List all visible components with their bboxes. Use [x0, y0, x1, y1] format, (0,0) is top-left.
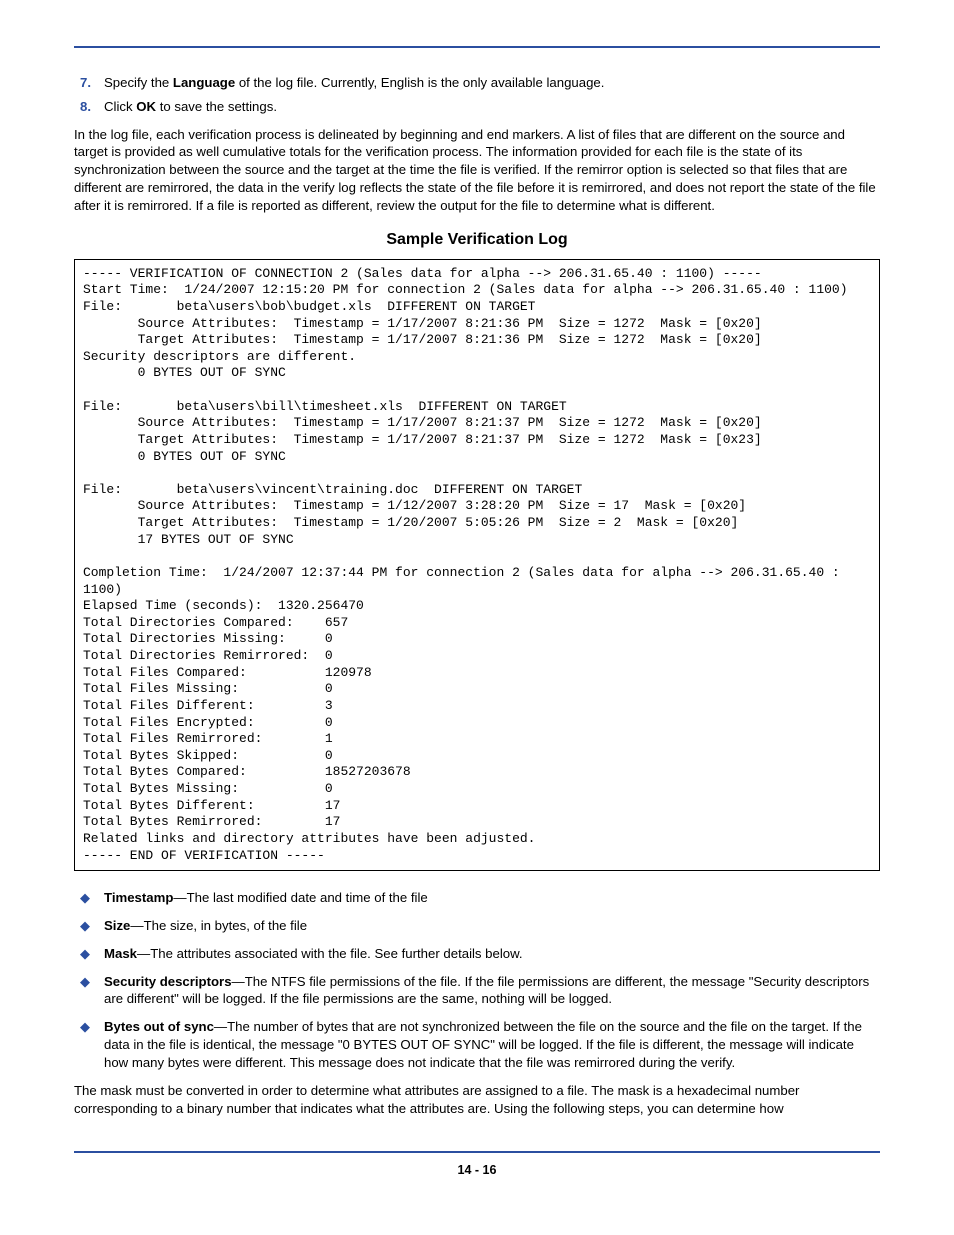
step-item: 8. Click OK to save the settings. [74, 98, 880, 116]
section-title: Sample Verification Log [74, 231, 880, 249]
bullet-item: ◆ Timestamp—The last modified date and t… [74, 889, 880, 907]
bullet-item: ◆ Mask—The attributes associated with th… [74, 945, 880, 963]
definition-bullets: ◆ Timestamp—The last modified date and t… [74, 889, 880, 1072]
bullet-item: ◆ Size—The size, in bytes, of the file [74, 917, 880, 935]
numbered-steps: 7. Specify the Language of the log file.… [74, 74, 880, 116]
top-border-rule [74, 46, 880, 48]
bullet-item: ◆ Bytes out of sync—The number of bytes … [74, 1018, 880, 1071]
diamond-icon: ◆ [74, 917, 104, 935]
step-number: 7. [74, 74, 104, 92]
bullet-body: Mask—The attributes associated with the … [104, 945, 880, 963]
bullet-body: Security descriptors—The NTFS file permi… [104, 973, 880, 1009]
page-number: 14 - 16 [74, 1153, 880, 1207]
bullet-body: Size—The size, in bytes, of the file [104, 917, 880, 935]
page-container: 7. Specify the Language of the log file.… [0, 0, 954, 1207]
step-item: 7. Specify the Language of the log file.… [74, 74, 880, 92]
step-body: Specify the Language of the log file. Cu… [104, 74, 880, 92]
step-body: Click OK to save the settings. [104, 98, 880, 116]
bullet-body: Bytes out of sync—The number of bytes th… [104, 1018, 880, 1071]
diamond-icon: ◆ [74, 945, 104, 963]
diamond-icon: ◆ [74, 973, 104, 1009]
bullet-body: Timestamp—The last modified date and tim… [104, 889, 880, 907]
diamond-icon: ◆ [74, 889, 104, 907]
bullet-item: ◆ Security descriptors—The NTFS file per… [74, 973, 880, 1009]
verification-log: ----- VERIFICATION OF CONNECTION 2 (Sale… [74, 259, 880, 872]
diamond-icon: ◆ [74, 1018, 104, 1071]
intro-paragraph: In the log file, each verification proce… [74, 126, 880, 215]
step-number: 8. [74, 98, 104, 116]
closing-paragraph: The mask must be converted in order to d… [74, 1082, 880, 1118]
